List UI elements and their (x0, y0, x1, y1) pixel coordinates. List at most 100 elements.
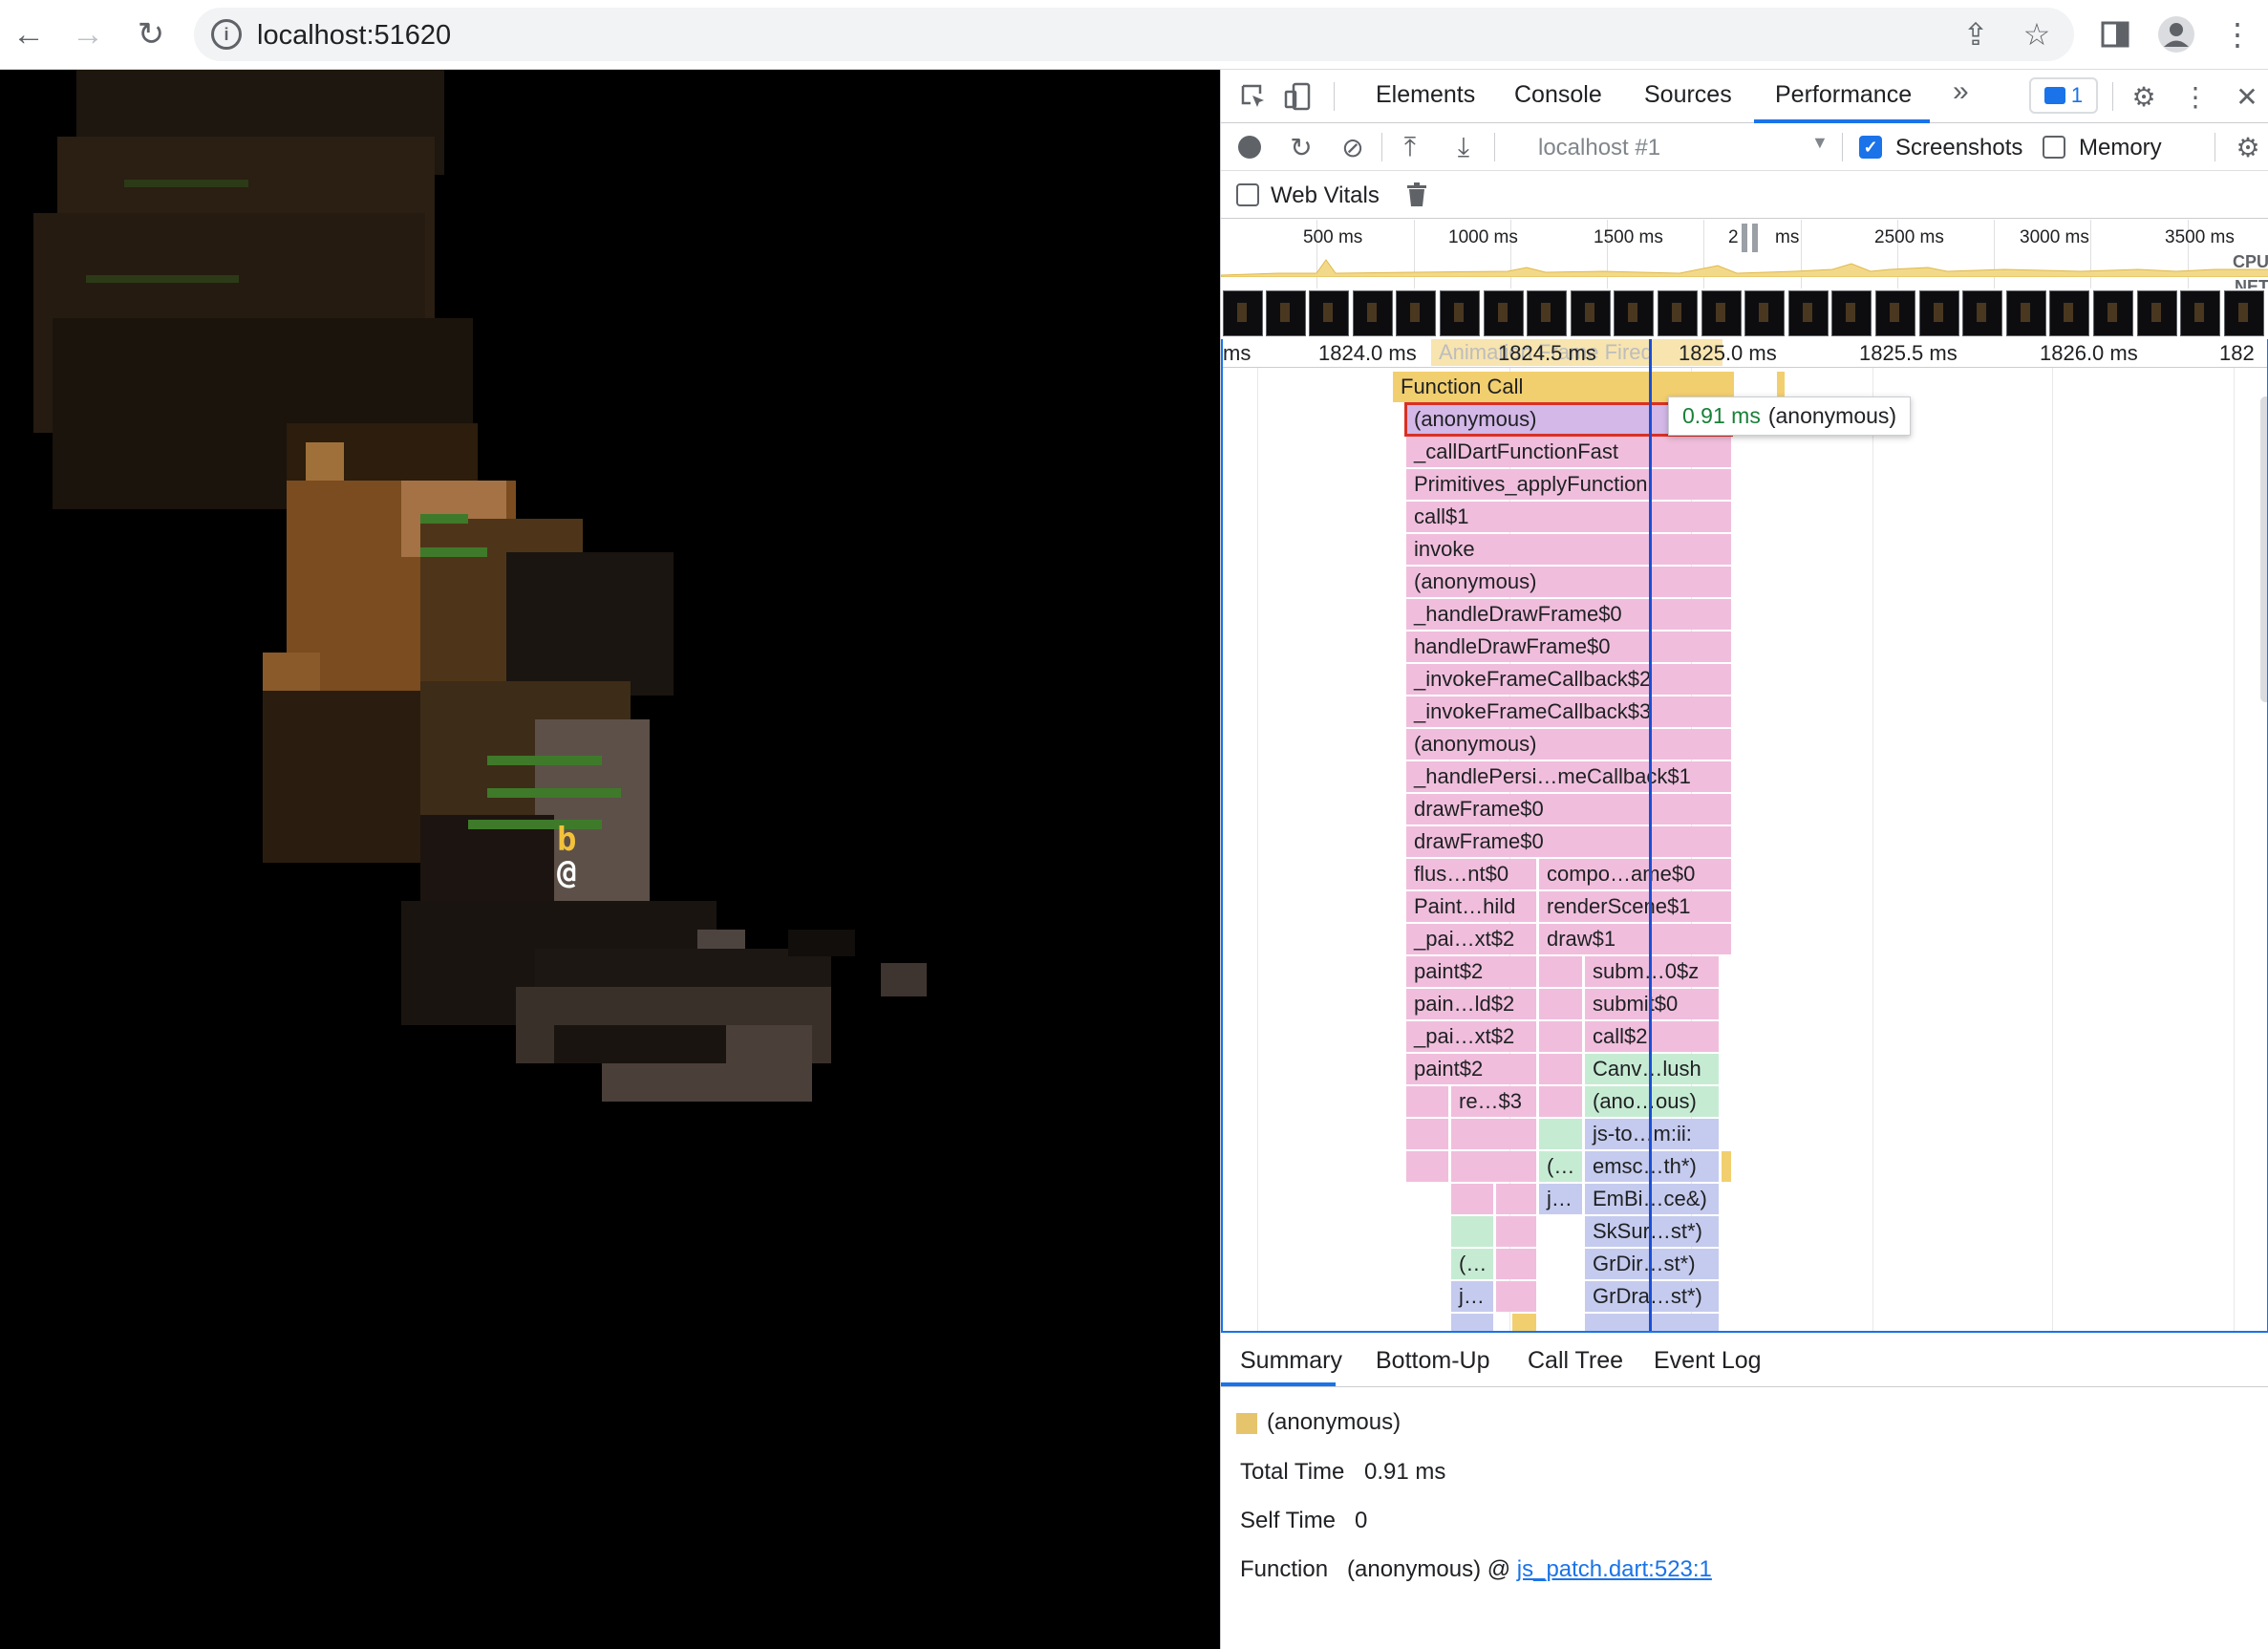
flame-bar[interactable]: paint$2 (1406, 956, 1536, 987)
flame-bar[interactable]: (ano…ous) (1585, 1086, 1719, 1117)
flame-bar[interactable]: renderScene$1 (1539, 891, 1731, 922)
flame-bar[interactable] (1451, 1119, 1536, 1149)
flame-bar[interactable]: drawFrame$0 (1406, 826, 1731, 857)
screenshot-frame[interactable] (2137, 290, 2177, 336)
flame-bar[interactable]: (… (1451, 1249, 1493, 1279)
screenshot-frame[interactable] (1875, 290, 1915, 336)
screenshot-frame[interactable] (1744, 290, 1785, 336)
tab-sources[interactable]: Sources (1644, 81, 1732, 109)
flame-bar[interactable]: Primitives_applyFunction (1406, 469, 1731, 500)
screenshot-frame[interactable] (2224, 290, 2264, 336)
flame-bar[interactable] (1539, 1119, 1582, 1149)
close-devtools-icon[interactable]: ✕ (2228, 77, 2266, 116)
flame-bar[interactable]: (anonymous) (1406, 567, 1731, 597)
flame-bar[interactable] (1585, 1314, 1719, 1331)
site-info-icon[interactable]: i (211, 19, 242, 50)
profile-avatar-icon[interactable] (2153, 11, 2199, 57)
flame-bar[interactable]: _pai…xt$2 (1406, 1021, 1536, 1052)
flame-bar[interactable]: SkSur…st*) (1585, 1216, 1719, 1247)
tab-summary[interactable]: Summary (1240, 1347, 1342, 1375)
screenshot-frame[interactable] (1396, 290, 1436, 336)
side-panel-icon[interactable] (2092, 11, 2138, 57)
flame-bar[interactable] (1406, 1119, 1448, 1149)
flame-bar[interactable]: Paint…hild (1406, 891, 1536, 922)
download-profile-icon[interactable]: ⤓ (1444, 128, 1483, 166)
memory-checkbox[interactable] (2043, 136, 2065, 159)
more-tabs-icon[interactable]: » (1953, 75, 1969, 108)
tab-call-tree[interactable]: Call Tree (1528, 1347, 1623, 1375)
reload-icon[interactable]: ↻ (128, 11, 174, 57)
screenshot-frame[interactable] (1266, 290, 1306, 336)
issues-badge[interactable]: 1 (2029, 77, 2098, 114)
tab-bottom-up[interactable]: Bottom-Up (1376, 1347, 1489, 1375)
flame-bar[interactable]: j… (1539, 1184, 1582, 1214)
flame-bar[interactable]: call$1 (1406, 502, 1731, 532)
settings-gear-icon[interactable]: ⚙ (2125, 77, 2163, 116)
screenshot-frame[interactable] (1440, 290, 1480, 336)
flame-bar[interactable]: invoke (1406, 534, 1731, 565)
screenshot-frame[interactable] (1701, 290, 1742, 336)
screenshot-frame[interactable] (2049, 290, 2089, 336)
screenshot-frame[interactable] (1223, 290, 1263, 336)
flame-bar[interactable] (1451, 1151, 1536, 1182)
flame-bar[interactable]: submit$0 (1585, 989, 1719, 1019)
flame-bar[interactable] (1496, 1184, 1536, 1214)
flame-bar[interactable] (1496, 1216, 1536, 1247)
flame-bar[interactable]: subm…0$z (1585, 956, 1719, 987)
flame-bar[interactable]: Canv…lush (1585, 1054, 1719, 1084)
customize-menu-icon[interactable]: ⋮ (2176, 77, 2215, 116)
bookmark-star-icon[interactable]: ☆ (2014, 11, 2060, 57)
back-icon[interactable]: ← (6, 11, 52, 57)
flame-bar[interactable]: call$2 (1585, 1021, 1719, 1052)
flame-bar[interactable] (1539, 1021, 1582, 1052)
game-canvas[interactable]: b @ (0, 70, 1220, 1649)
screenshot-frame[interactable] (1309, 290, 1349, 336)
tab-performance[interactable]: Performance (1775, 81, 1912, 109)
flame-bar[interactable]: GrDir…st*) (1585, 1249, 1719, 1279)
screenshot-frame[interactable] (1658, 290, 1698, 336)
screenshots-checkbox[interactable]: ✓ (1859, 136, 1882, 159)
reload-record-icon[interactable]: ↻ (1282, 128, 1320, 166)
tab-event-log[interactable]: Event Log (1654, 1347, 1762, 1375)
inspect-element-icon[interactable] (1234, 77, 1273, 116)
device-toolbar-icon[interactable] (1278, 77, 1316, 116)
record-icon[interactable] (1230, 128, 1269, 166)
flame-bar[interactable] (1539, 1054, 1582, 1084)
capture-settings-icon[interactable]: ⚙ (2229, 128, 2267, 166)
flame-scrollbar[interactable] (2260, 396, 2267, 702)
flame-chart[interactable]: Animation Frame Fired ms 1824.0 ms 1824.… (1221, 339, 2268, 1333)
flame-bar[interactable] (1451, 1216, 1493, 1247)
flame-bar[interactable]: _handleDrawFrame$0 (1406, 599, 1731, 630)
flame-bar[interactable]: GrDra…st*) (1585, 1281, 1719, 1312)
flame-bar[interactable]: draw$1 (1539, 924, 1731, 954)
flame-bar[interactable]: re…$3 (1451, 1086, 1536, 1117)
flame-bar[interactable] (1451, 1184, 1493, 1214)
screenshot-frame[interactable] (1919, 290, 1959, 336)
recording-select[interactable]: localhost #1 (1538, 135, 1660, 161)
chevron-down-icon[interactable]: ▼ (1811, 133, 1829, 153)
flame-bar[interactable] (1539, 1086, 1582, 1117)
flame-bar[interactable]: _pai…xt$2 (1406, 924, 1536, 954)
flame-bar[interactable]: (… (1539, 1151, 1582, 1182)
flame-bar[interactable] (1512, 1314, 1536, 1331)
screenshot-frame[interactable] (1353, 290, 1393, 336)
tab-console[interactable]: Console (1514, 81, 1602, 109)
browser-menu-icon[interactable]: ⋮ (2215, 11, 2260, 57)
flame-bar[interactable]: _handlePersi…meCallback$1 (1406, 761, 1731, 792)
flame-bar[interactable]: drawFrame$0 (1406, 794, 1731, 824)
timeline-overview[interactable]: 500 ms 1000 ms 1500 ms 2 ms 2500 ms 3000… (1221, 220, 2268, 338)
flame-bar[interactable] (1722, 1151, 1731, 1182)
screenshot-frame[interactable] (2006, 290, 2046, 336)
flame-bar[interactable] (1496, 1249, 1536, 1279)
screenshot-frame[interactable] (1571, 290, 1611, 336)
flame-bar[interactable]: j… (1451, 1281, 1493, 1312)
flame-bar[interactable]: handleDrawFrame$0 (1406, 632, 1731, 662)
screenshot-frame[interactable] (1527, 290, 1567, 336)
flame-bar[interactable]: _invokeFrameCallback$3 (1406, 696, 1731, 727)
flame-bar[interactable]: flus…nt$0 (1406, 859, 1536, 889)
screenshot-frame[interactable] (1614, 290, 1654, 336)
flame-bar[interactable]: paint$2 (1406, 1054, 1536, 1084)
screenshot-frame[interactable] (2093, 290, 2133, 336)
screenshot-frame[interactable] (2180, 290, 2220, 336)
flame-bar[interactable]: EmBi…ce&) (1585, 1184, 1719, 1214)
